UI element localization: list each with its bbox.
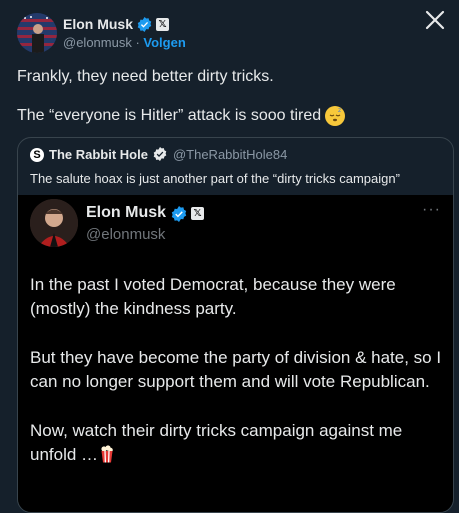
inner-paragraph-2: But they have become the party of divisi… <box>30 348 442 391</box>
x-affiliate-badge-icon: 𝕏 <box>156 17 170 31</box>
avatar[interactable] <box>17 13 57 53</box>
handle-separator: · <box>131 35 144 50</box>
tweet-text-line1: Frankly, they need better dirty tricks. <box>17 68 274 85</box>
close-icon[interactable] <box>423 8 447 32</box>
author-name[interactable]: Elon Musk <box>63 16 133 32</box>
handle-row: @elonmusk · Volgen <box>63 35 186 50</box>
embedded-screenshot: Elon Musk 𝕏 @elonmusk ··· In the past I … <box>18 195 453 512</box>
follow-button[interactable]: Volgen <box>143 35 185 50</box>
tweet-text-line2: The “everyone is Hitler” attack is sooo … <box>17 106 346 126</box>
inner-avatar <box>30 199 78 247</box>
inner-post-body: In the past I voted Democrat, because th… <box>30 273 445 492</box>
inner-paragraph-3: Now, watch their dirty tricks campaign a… <box>30 419 445 467</box>
svg-text:z: z <box>338 107 341 114</box>
quote-author-name[interactable]: The Rabbit Hole <box>49 147 148 162</box>
inner-author-handle: @elonmusk <box>86 226 166 243</box>
x-affiliate-badge-icon: 𝕏 <box>191 206 205 220</box>
tweet-header: Elon Musk 𝕏 @elonmusk · Volgen <box>17 13 459 53</box>
quote-header: S The Rabbit Hole @TheRabbitHole84 <box>30 147 287 162</box>
sleeping-face-icon: z <box>325 106 346 126</box>
author-handle[interactable]: @elonmusk <box>63 35 132 50</box>
inner-author-name: Elon Musk <box>86 204 167 221</box>
quote-text: The salute hoax is just another part of … <box>30 171 400 186</box>
verified-badge-icon <box>153 147 168 162</box>
quote-avatar[interactable]: S <box>30 147 44 162</box>
more-options-icon: ··· <box>422 201 441 218</box>
quote-author-handle[interactable]: @TheRabbitHole84 <box>173 147 287 162</box>
inner-paragraph-3-text: Now, watch their dirty tricks campaign a… <box>30 421 403 464</box>
verified-badge-icon <box>171 205 187 222</box>
verified-badge-icon <box>137 16 152 32</box>
popcorn-icon <box>100 445 114 463</box>
inner-paragraph-1: In the past I voted Democrat, because th… <box>30 275 396 318</box>
tweet-text-line2-label: The “everyone is Hitler” attack is sooo … <box>17 107 322 124</box>
quoted-tweet[interactable]: S The Rabbit Hole @TheRabbitHole84 The s… <box>17 137 454 513</box>
